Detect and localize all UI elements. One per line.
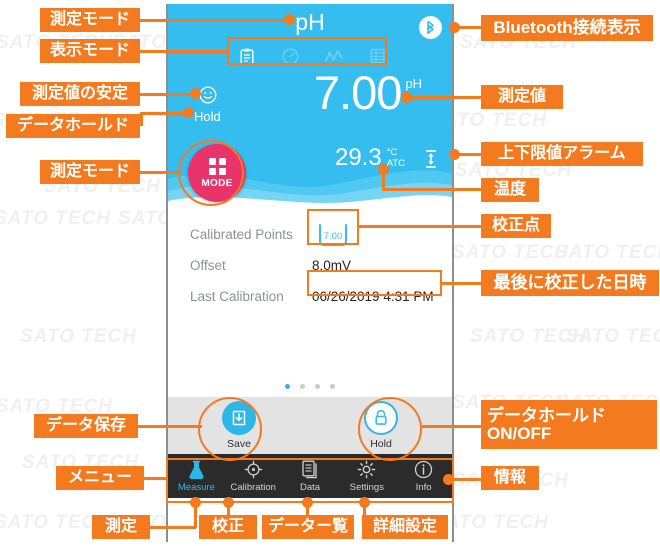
temperature-value: 29.3 bbox=[334, 144, 382, 171]
annotation-data-hold: データホールド bbox=[6, 114, 140, 138]
leader-line bbox=[138, 425, 202, 428]
watermark: SATO TECH bbox=[555, 242, 660, 263]
page-dot[interactable] bbox=[330, 384, 335, 389]
page-dot[interactable] bbox=[315, 384, 320, 389]
leader-dot bbox=[401, 92, 412, 103]
atc-label: ATC bbox=[386, 158, 405, 169]
hold-button-highlight bbox=[358, 397, 422, 461]
annotation-display-mode: 表示モード bbox=[40, 39, 140, 63]
leader-line bbox=[407, 96, 481, 99]
annotation-hold-onoff-line2: ON/OFF bbox=[487, 423, 552, 443]
leader-dot bbox=[190, 88, 201, 99]
annotation-menu: メニュー bbox=[56, 466, 144, 490]
annotation-hold-onoff: データホールド ON/OFF bbox=[481, 400, 657, 449]
annotation-alarm: 上下限値アラーム bbox=[481, 142, 643, 166]
display-mode-highlight-box bbox=[227, 37, 387, 65]
annotation-measure: 測定 bbox=[92, 515, 150, 539]
calibrated-points-highlight-box bbox=[307, 209, 359, 245]
leader-line bbox=[359, 225, 481, 228]
annotation-last-calibration: 最後に校正した日時 bbox=[481, 270, 659, 296]
page-indicator-dots[interactable] bbox=[168, 384, 452, 389]
leader-line bbox=[140, 50, 230, 53]
annotation-measured-value: 測定値 bbox=[481, 85, 563, 109]
hold-status-label: Hold bbox=[194, 109, 221, 124]
save-button-highlight bbox=[198, 397, 262, 461]
leader-line bbox=[144, 477, 168, 480]
leader-line bbox=[140, 93, 196, 96]
ph-value: 7.00 bbox=[313, 66, 402, 119]
annotation-measure-mode-top: 測定モード bbox=[40, 8, 140, 32]
annotation-stability: 測定値の安定 bbox=[20, 82, 140, 106]
leader-dot bbox=[223, 497, 234, 508]
last-calibration-label: Last Calibration bbox=[190, 289, 284, 304]
watermark: SATO TECH bbox=[20, 326, 138, 347]
annotation-temperature: 温度 bbox=[481, 178, 539, 202]
annotation-bluetooth: Bluetooth接続表示 bbox=[481, 15, 653, 41]
leader-dot bbox=[449, 22, 460, 33]
last-calibration-highlight-box bbox=[307, 270, 442, 296]
page-title: pH bbox=[295, 9, 325, 35]
leader-dot bbox=[359, 497, 370, 508]
leader-line bbox=[442, 282, 481, 285]
watermark: SATO TECH bbox=[565, 326, 660, 347]
leader-line bbox=[140, 114, 143, 126]
ph-unit: pH bbox=[405, 76, 422, 91]
screenshot-root: SATO TECH SATO TECH SATO TECH SATO TECH … bbox=[0, 0, 660, 546]
leader-dot bbox=[284, 14, 295, 25]
leader-line bbox=[140, 171, 182, 174]
leader-dot bbox=[183, 107, 194, 118]
leader-dot bbox=[302, 497, 313, 508]
annotation-settings: 詳細設定 bbox=[362, 515, 448, 539]
annotation-measure-mode-button: 測定モード bbox=[40, 160, 140, 184]
offset-label: Offset bbox=[190, 258, 226, 273]
leader-line bbox=[148, 526, 196, 529]
high-low-limit-alarm-icon bbox=[423, 149, 439, 169]
smiley-stable-icon bbox=[199, 86, 217, 104]
leader-line bbox=[382, 188, 481, 191]
temperature-unit: °C bbox=[386, 147, 398, 158]
annotation-info: 情報 bbox=[481, 466, 539, 490]
temperature-readout: 29.3 °C ATC bbox=[335, 146, 405, 170]
watermark: SATO TECH bbox=[0, 208, 112, 229]
annotation-data-list: データー覧 bbox=[262, 515, 354, 539]
calibrated-points-label: Calibrated Points bbox=[190, 227, 293, 242]
page-dot[interactable] bbox=[300, 384, 305, 389]
tabbar-highlight-box bbox=[166, 458, 454, 503]
leader-dot bbox=[190, 497, 201, 508]
annotation-save-data: データ保存 bbox=[34, 414, 138, 438]
leader-dot bbox=[378, 164, 389, 175]
leader-line bbox=[140, 19, 290, 22]
leader-dot bbox=[449, 149, 460, 160]
leader-line bbox=[140, 112, 188, 115]
leader-line bbox=[422, 425, 481, 428]
annotation-calibration-point: 校正点 bbox=[481, 214, 551, 238]
leader-dot bbox=[443, 474, 454, 485]
mode-button-highlight bbox=[178, 140, 244, 206]
annotation-calibration: 校正 bbox=[199, 515, 257, 539]
annotation-hold-onoff-line1: データホールド bbox=[487, 405, 606, 425]
page-dot[interactable] bbox=[285, 384, 290, 389]
bluetooth-icon[interactable] bbox=[419, 16, 442, 39]
watermark: SATO TECH bbox=[452, 242, 570, 263]
